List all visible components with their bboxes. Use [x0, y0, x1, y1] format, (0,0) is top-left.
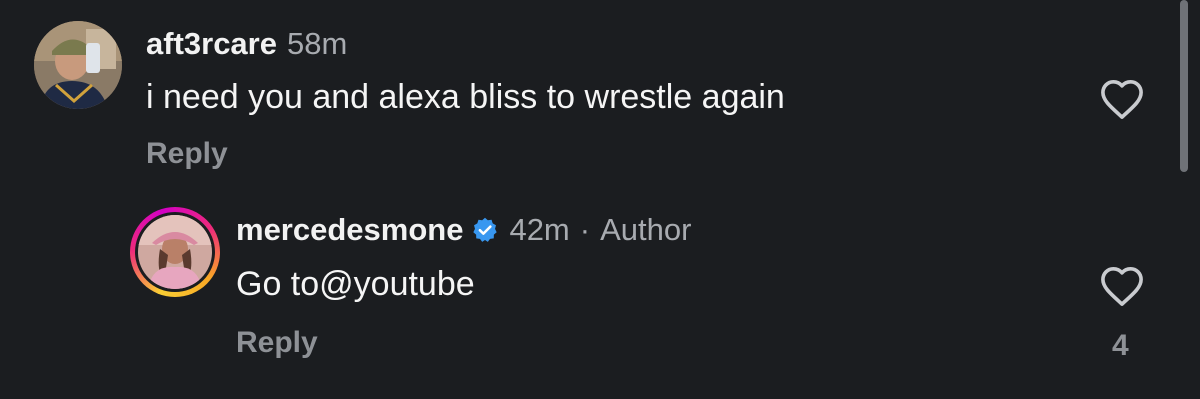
heart-icon[interactable] [1099, 78, 1145, 120]
comment-meta: aft3rcare 58m [146, 26, 347, 62]
like-count: 4 [1112, 329, 1129, 362]
reply-time: 42m [509, 212, 570, 247]
reply-button[interactable]: Reply [146, 137, 228, 171]
comment-username[interactable]: aft3rcare [146, 26, 277, 62]
comments-panel: aft3rcare 58m i need you and alexa bliss… [0, 0, 1200, 399]
reply-avatar [138, 215, 212, 289]
scrollbar[interactable] [1180, 0, 1188, 172]
avatar-photo-icon [34, 21, 122, 109]
story-ring-avatar[interactable] [130, 207, 220, 297]
reply-text: Go to@youtube [236, 265, 475, 303]
reply-button[interactable]: Reply [236, 326, 318, 360]
separator-dot: · [579, 212, 591, 247]
comment-time: 58m [286, 26, 348, 61]
heart-icon[interactable] [1099, 265, 1145, 307]
reply-meta: mercedesmone 42m · Author [236, 212, 691, 248]
verified-badge-icon [473, 217, 498, 242]
reply-username[interactable]: mercedesmone [236, 212, 463, 248]
comment-text: i need you and alexa bliss to wrestle ag… [146, 78, 785, 116]
avatar-photo-icon [138, 215, 212, 289]
author-badge: Author [600, 212, 692, 247]
user-avatar[interactable] [34, 21, 122, 109]
